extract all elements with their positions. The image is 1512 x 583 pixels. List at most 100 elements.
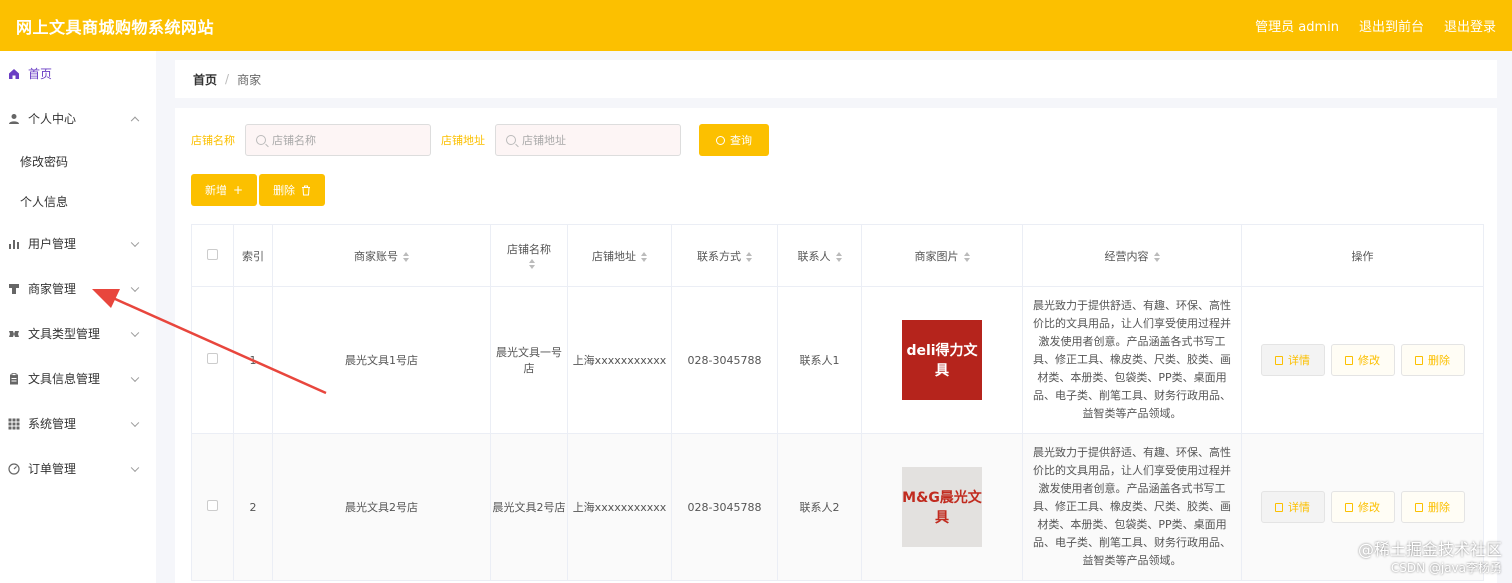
sidebar-item-personal-center[interactable]: 个人中心 [0,96,156,141]
header-image[interactable]: 商家图片 [861,224,1023,287]
detail-button[interactable]: 详情 [1260,491,1325,523]
sidebar-item-label: 个人中心 [28,112,77,126]
checkbox[interactable] [207,353,218,364]
chevron-down-icon [130,418,140,427]
header-label: 商家账号 [354,249,398,263]
row-account: 晨光文具1号店 [272,286,491,434]
row-select[interactable] [191,433,234,581]
search-icon [256,135,266,145]
chevron-down-icon [130,328,140,337]
breadcrumb-current: 商家 [237,72,262,87]
add-button[interactable]: 新增 + [191,174,258,206]
sort-icon[interactable] [403,251,409,262]
shop-address-input-wrapper[interactable] [495,124,681,156]
site-title: 网上文具商城购物系统网站 [16,17,215,37]
edit-button[interactable]: 修改 [1330,491,1395,523]
pencil-icon [1345,355,1353,365]
sort-icon[interactable] [641,251,647,262]
merchant-table: 索引 商家账号 店铺名称 店铺地址 联系方式 联系人 商家图片 经营内容 操作 … [191,224,1484,581]
table-row: 2 晨光文具2号店 晨光文具2号店 上海xxxxxxxxxxx 028-3045… [191,433,1484,581]
sidebar-item-label: 文具类型管理 [28,327,101,341]
header-label: 联系方式 [697,249,741,263]
query-button[interactable]: 查询 [699,124,769,156]
watermark: @稀土掘金技术社区 CSDN @java李杨勇 [1358,541,1502,577]
sort-icon[interactable] [528,259,535,269]
shop-icon [9,283,19,294]
sidebar-item-label: 首页 [28,67,53,81]
sidebar: 首页 个人中心 修改密码 个人信息 用户管理 商家管理 文具类型管理 文具信息管… [0,51,156,583]
shop-address-input[interactable] [522,133,672,147]
sidebar-item-label: 系统管理 [28,417,77,431]
search-icon [506,135,516,145]
shop-name-input[interactable] [272,133,422,147]
header-actions: 操作 [1241,224,1484,287]
back-to-front-link[interactable]: 退出到前台 [1359,16,1424,35]
header-address[interactable]: 店铺地址 [567,224,672,287]
sidebar-item-stationery-type-management[interactable]: 文具类型管理 [0,311,156,356]
edit-button[interactable]: 修改 [1330,344,1395,376]
delete-button[interactable]: 删除 [1400,491,1465,523]
document-icon [1275,355,1283,365]
table-row: 1 晨光文具1号店 晨光文具一号店 上海xxxxxxxxxxx 028-3045… [191,286,1484,434]
header-label: 经营内容 [1104,249,1149,263]
header-business[interactable]: 经营内容 [1022,224,1242,287]
clipboard-icon [10,372,18,384]
chevron-down-icon [130,463,140,472]
sort-icon[interactable] [963,251,970,262]
trash-icon [302,185,311,195]
row-account: 晨光文具2号店 [272,433,491,581]
header-select-all[interactable] [191,224,234,287]
row-address: 上海xxxxxxxxxxx [567,286,672,434]
sort-icon[interactable] [835,251,842,262]
table-header-row: 索引 商家账号 店铺名称 店铺地址 联系方式 联系人 商家图片 经营内容 操作 [191,224,1484,287]
sidebar-item-label: 文具信息管理 [28,372,101,386]
shop-name-input-wrapper[interactable] [245,124,431,156]
user-icon [9,113,19,124]
header-contact[interactable]: 联系人 [777,224,862,287]
main-area: 首页 / 商家 店铺名称 店铺地址 查询 新增 + [175,60,1497,583]
row-phone: 028-3045788 [671,433,778,581]
content-panel: 店铺名称 店铺地址 查询 新增 + 删除 [175,108,1497,583]
row-business: 晨光致力于提供舒适、有趣、环保、高性价比的文具用品，让人们享受使用过程并激发使用… [1033,446,1231,567]
delete-button-label: 删除 [273,184,296,197]
row-select[interactable] [191,286,234,434]
sidebar-item-order-management[interactable]: 订单管理 [0,446,156,491]
sidebar-subitem-change-password[interactable]: 修改密码 [0,141,156,181]
checkbox[interactable] [207,500,218,511]
chevron-down-icon [130,373,140,382]
grid-icon [8,418,20,429]
merchant-image[interactable]: deli得力文具 [902,320,982,400]
sidebar-item-merchant-management[interactable]: 商家管理 [0,266,156,311]
header-account[interactable]: 商家账号 [272,224,491,287]
header-label: 店铺地址 [592,249,636,263]
logout-link[interactable]: 退出登录 [1444,16,1496,35]
sidebar-item-label: 商家管理 [28,282,77,296]
row-phone: 028-3045788 [671,286,778,434]
batch-delete-button[interactable]: 删除 [259,174,326,206]
watermark-line2: CSDN @java李杨勇 [1390,561,1502,575]
checkbox[interactable] [207,248,218,260]
header-label: 店铺名称 [507,243,551,256]
document-icon [1275,502,1283,512]
sidebar-item-user-management[interactable]: 用户管理 [0,221,156,266]
detail-label: 详情 [1288,501,1310,514]
delete-button[interactable]: 删除 [1400,344,1465,376]
bar-chart-icon [9,239,19,249]
header-phone[interactable]: 联系方式 [671,224,778,287]
shop-name-label: 店铺名称 [191,134,235,147]
sidebar-item-system-management[interactable]: 系统管理 [0,401,156,446]
header-label: 商家图片 [914,249,959,263]
sidebar-item-stationery-info-management[interactable]: 文具信息管理 [0,356,156,401]
breadcrumb-home[interactable]: 首页 [193,71,217,88]
sidebar-item-home[interactable]: 首页 [0,51,156,96]
header-shop-name[interactable]: 店铺名称 [490,224,568,287]
query-button-label: 查询 [730,134,752,147]
edit-label: 修改 [1358,354,1380,367]
row-image-cell: deli得力文具 [861,286,1023,434]
row-business-cell: 晨光致力于提供舒适、有趣、环保、高性价比的文具用品，让人们享受使用过程并激发使用… [1022,433,1242,581]
sidebar-subitem-personal-info[interactable]: 个人信息 [0,181,156,221]
sort-icon[interactable] [746,251,752,262]
merchant-image[interactable]: M&G晨光文具 [902,467,982,547]
sort-icon[interactable] [1153,251,1160,262]
detail-button[interactable]: 详情 [1260,344,1325,376]
